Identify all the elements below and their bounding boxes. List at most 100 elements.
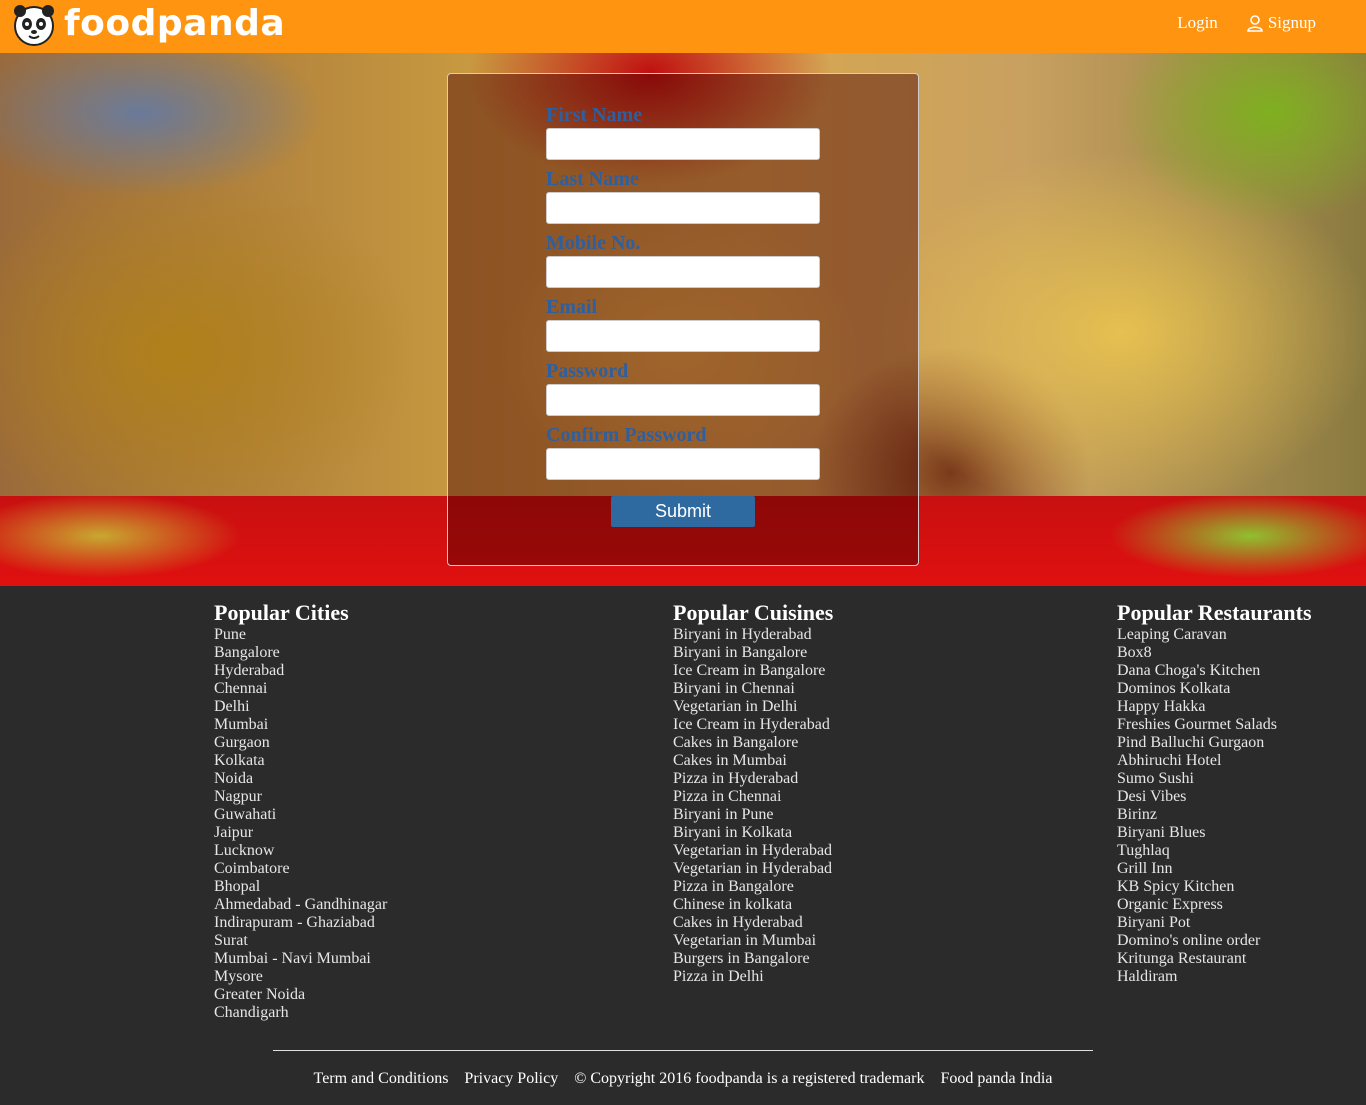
restaurant-link[interactable]: Box8	[1117, 644, 1312, 662]
cuisine-link[interactable]: Vegetarian in Delhi	[673, 698, 833, 716]
city-link[interactable]: Jaipur	[214, 824, 387, 842]
cuisine-link[interactable]: Vegetarian in Hyderabad	[673, 842, 833, 860]
city-link[interactable]: Bhopal	[214, 878, 387, 896]
password-label: Password	[546, 360, 629, 382]
restaurant-link[interactable]: Domino's online order	[1117, 932, 1312, 950]
city-link[interactable]: Kolkata	[214, 752, 387, 770]
restaurant-link[interactable]: Pind Balluchi Gurgaon	[1117, 734, 1312, 752]
cuisine-link[interactable]: Cakes in Bangalore	[673, 734, 833, 752]
popular-cities-list: Pune Bangalore Hyderabad Chennai Delhi Mumbai…	[214, 626, 387, 1022]
mobile-label: Mobile No.	[546, 232, 641, 254]
panda-logo-icon	[14, 5, 54, 46]
restaurant-link[interactable]: KB Spicy Kitchen	[1117, 878, 1312, 896]
cuisine-link[interactable]: Vegetarian in Hyderabad	[673, 860, 833, 878]
cuisine-link[interactable]: Biryani in Pune	[673, 806, 833, 824]
user-icon	[1247, 15, 1263, 32]
city-link[interactable]: Mumbai	[214, 716, 387, 734]
city-link[interactable]: Chandigarh	[214, 1004, 387, 1022]
city-link[interactable]: Chennai	[214, 680, 387, 698]
restaurant-link[interactable]: Happy Hakka	[1117, 698, 1312, 716]
restaurant-link[interactable]: Tughlaq	[1117, 842, 1312, 860]
city-link[interactable]: Ahmedabad - Gandhinagar	[214, 896, 387, 914]
city-link[interactable]: Bangalore	[214, 644, 387, 662]
last-name-label: Last Name	[546, 168, 639, 190]
cuisine-link[interactable]: Burgers in Bangalore	[673, 950, 833, 968]
restaurant-link[interactable]: Freshies Gourmet Salads	[1117, 716, 1312, 734]
restaurant-link[interactable]: Organic Express	[1117, 896, 1312, 914]
signup-form: First Name Last Name Mobile No. Email Pa…	[447, 73, 919, 566]
cuisine-link[interactable]: Ice Cream in Bangalore	[673, 662, 833, 680]
restaurant-link[interactable]: Desi Vibes	[1117, 788, 1312, 806]
city-link[interactable]: Noida	[214, 770, 387, 788]
restaurant-link[interactable]: Abhiruchi Hotel	[1117, 752, 1312, 770]
first-name-input[interactable]	[546, 128, 820, 160]
cuisine-link[interactable]: Biryani in Chennai	[673, 680, 833, 698]
city-link[interactable]: Indirapuram - Ghaziabad	[214, 914, 387, 932]
cuisine-link[interactable]: Chinese in kolkata	[673, 896, 833, 914]
city-link[interactable]: Gurgaon	[214, 734, 387, 752]
cuisine-link[interactable]: Pizza in Chennai	[673, 788, 833, 806]
top-header: foodpanda Login Signup	[0, 0, 1366, 53]
city-link[interactable]: Surat	[214, 932, 387, 950]
city-link[interactable]: Greater Noida	[214, 986, 387, 1004]
cuisine-link[interactable]: Biryani in Hyderabad	[673, 626, 833, 644]
restaurant-link[interactable]: Leaping Caravan	[1117, 626, 1312, 644]
restaurant-link[interactable]: Dana Choga's Kitchen	[1117, 662, 1312, 680]
restaurant-link[interactable]: Sumo Sushi	[1117, 770, 1312, 788]
city-link[interactable]: Lucknow	[214, 842, 387, 860]
mobile-input[interactable]	[546, 256, 820, 288]
city-link[interactable]: Nagpur	[214, 788, 387, 806]
restaurant-link[interactable]: Biryani Blues	[1117, 824, 1312, 842]
city-link[interactable]: Guwahati	[214, 806, 387, 824]
city-link[interactable]: Delhi	[214, 698, 387, 716]
foodpanda-india-link[interactable]: Food panda India	[940, 1070, 1052, 1088]
restaurant-link[interactable]: Grill Inn	[1117, 860, 1312, 878]
cuisine-link[interactable]: Pizza in Bangalore	[673, 878, 833, 896]
popular-restaurants-column: Popular Restaurants Leaping Caravan Box8 D…	[1117, 600, 1312, 986]
brand-logo[interactable]: foodpanda	[12, 2, 285, 46]
city-link[interactable]: Coimbatore	[214, 860, 387, 878]
login-link[interactable]: Login	[1177, 13, 1218, 33]
popular-restaurants-title: Popular Restaurants	[1117, 600, 1312, 625]
restaurant-link[interactable]: Dominos Kolkata	[1117, 680, 1312, 698]
city-link[interactable]: Pune	[214, 626, 387, 644]
cuisine-link[interactable]: Biryani in Bangalore	[673, 644, 833, 662]
restaurant-link[interactable]: Haldiram	[1117, 968, 1312, 986]
submit-button[interactable]: Submit	[611, 496, 755, 527]
cuisine-link[interactable]: Pizza in Hyderabad	[673, 770, 833, 788]
popular-restaurants-list: Leaping Caravan Box8 Dana Choga's Kitchen D…	[1117, 626, 1312, 986]
confirm-password-input[interactable]	[546, 448, 820, 480]
terms-link[interactable]: Term and Conditions	[314, 1070, 449, 1088]
popular-cuisines-title: Popular Cuisines	[673, 600, 834, 625]
privacy-link[interactable]: Privacy Policy	[464, 1070, 558, 1088]
restaurant-link[interactable]: Birinz	[1117, 806, 1312, 824]
footer-divider	[273, 1050, 1093, 1051]
email-input[interactable]	[546, 320, 820, 352]
confirm-password-label: Confirm Password	[546, 424, 707, 446]
brand-name: foodpanda	[64, 3, 286, 44]
city-link[interactable]: Mumbai - Navi Mumbai	[214, 950, 387, 968]
popular-cities-title: Popular Cities	[214, 600, 349, 625]
cuisine-link[interactable]: Ice Cream in Hyderabad	[673, 716, 833, 734]
last-name-input[interactable]	[546, 192, 820, 224]
popular-cuisines-list: Biryani in Hyderabad Biryani in Bangalore…	[673, 626, 833, 986]
first-name-label: First Name	[546, 104, 643, 126]
city-link[interactable]: Mysore	[214, 968, 387, 986]
email-label: Email	[546, 296, 598, 318]
cuisine-link[interactable]: Vegetarian in Mumbai	[673, 932, 833, 950]
popular-cuisines-column: Popular Cuisines Biryani in Hyderabad Bir…	[673, 600, 833, 986]
popular-cities-column: Popular Cities Pune Bangalore Hyderabad Che…	[214, 600, 387, 1022]
restaurant-link[interactable]: Biryani Pot	[1117, 914, 1312, 932]
signup-label: Signup	[1267, 13, 1316, 32]
footer-bottom-links: Term and Conditions Privacy Policy © Cop…	[0, 1070, 1366, 1088]
top-nav: Login Signup	[1177, 13, 1316, 33]
city-link[interactable]: Hyderabad	[214, 662, 387, 680]
password-input[interactable]	[546, 384, 820, 416]
signup-link[interactable]: Signup	[1246, 13, 1316, 33]
cuisine-link[interactable]: Cakes in Mumbai	[673, 752, 833, 770]
copyright-text: © Copyright 2016 foodpanda is a register…	[574, 1070, 925, 1087]
cuisine-link[interactable]: Pizza in Delhi	[673, 968, 833, 986]
cuisine-link[interactable]: Biryani in Kolkata	[673, 824, 833, 842]
cuisine-link[interactable]: Cakes in Hyderabad	[673, 914, 833, 932]
restaurant-link[interactable]: Kritunga Restaurant	[1117, 950, 1312, 968]
